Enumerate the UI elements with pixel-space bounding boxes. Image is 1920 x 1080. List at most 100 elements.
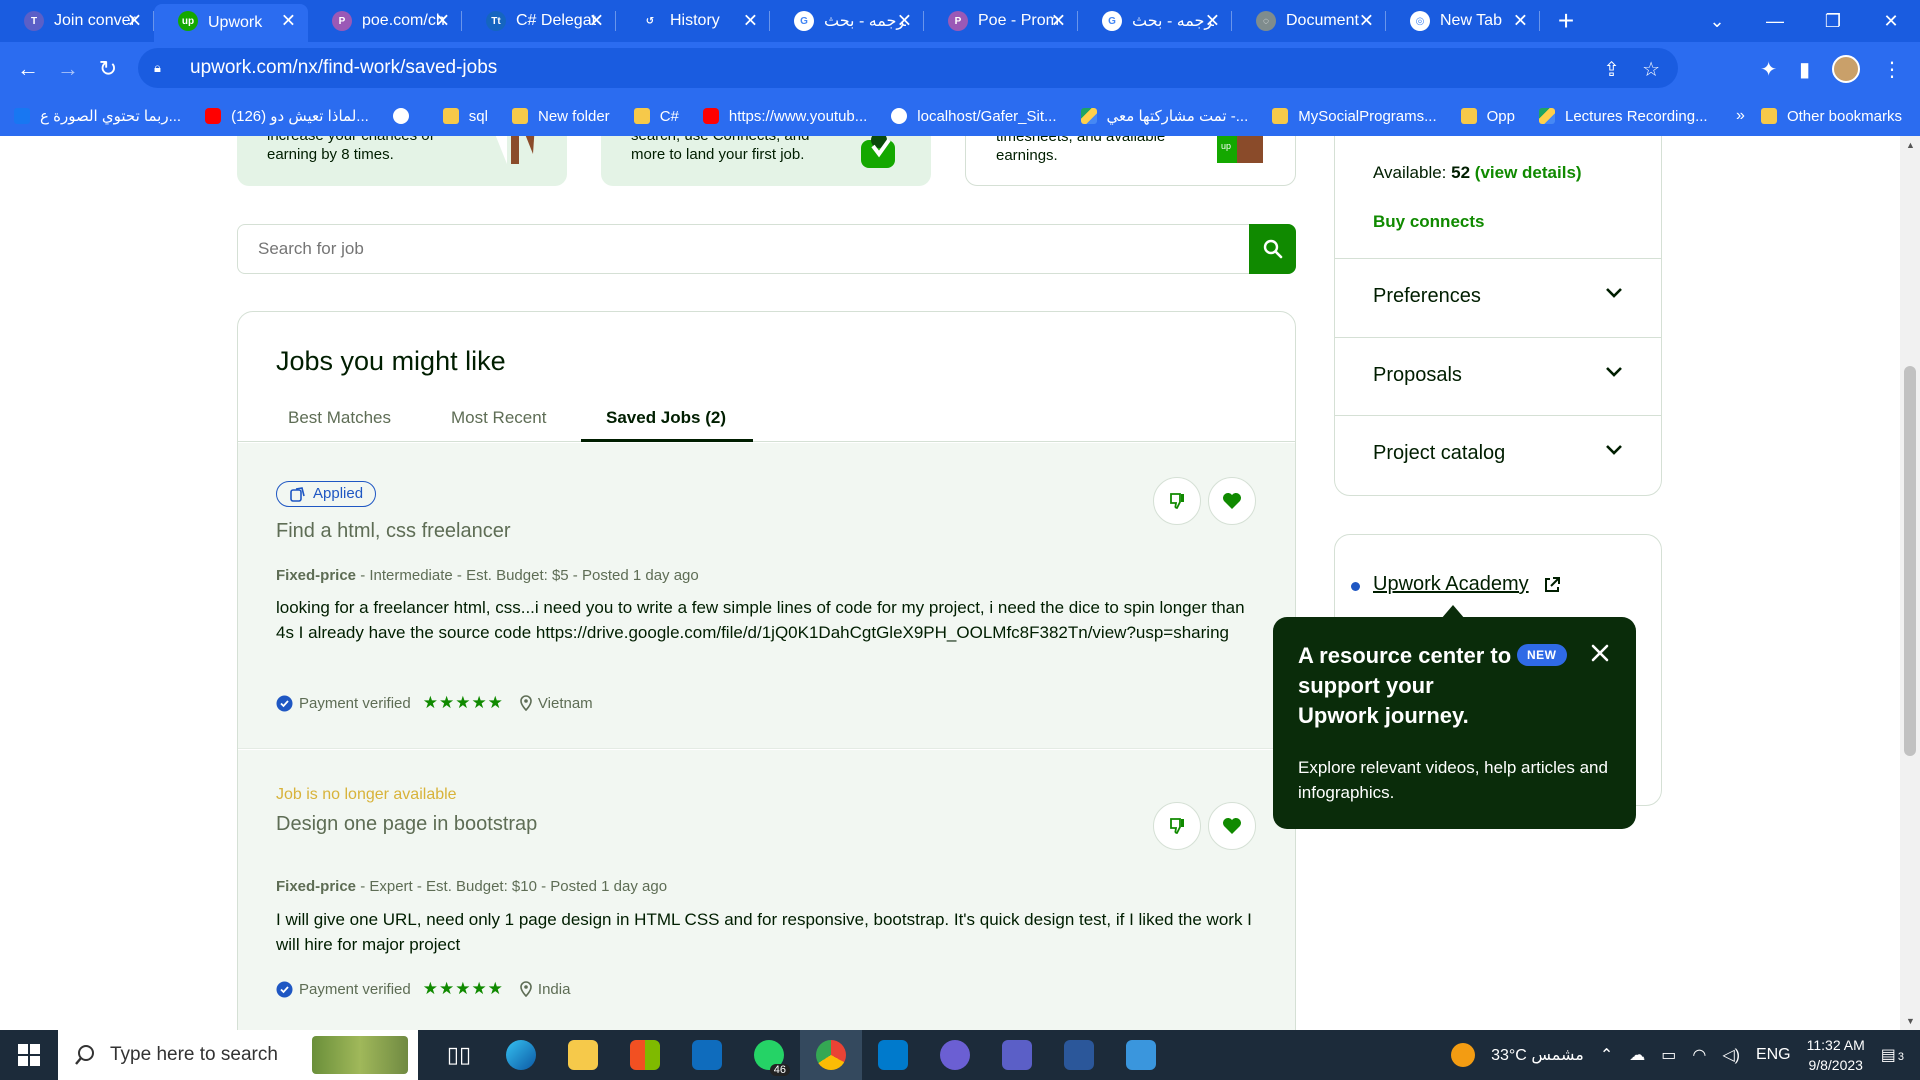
- battery-icon[interactable]: ▭: [1661, 1045, 1676, 1065]
- close-tab-icon[interactable]: ✕: [1205, 11, 1220, 32]
- save-job-button[interactable]: [1208, 477, 1256, 525]
- tab-best-matches[interactable]: Best Matches: [288, 408, 391, 428]
- close-tab-icon[interactable]: ✕: [1359, 11, 1374, 32]
- view-details-link[interactable]: (view details): [1475, 163, 1582, 182]
- vscode-icon[interactable]: [862, 1030, 924, 1080]
- browser-tab[interactable]: ◌ Document ✕: [1232, 0, 1386, 42]
- job-search-input[interactable]: [238, 239, 1218, 259]
- bookmark-item[interactable]: localhost/Gafer_Sit...: [891, 108, 1057, 125]
- share-icon[interactable]: ⇪: [1603, 57, 1620, 82]
- input-language[interactable]: ENG: [1756, 1046, 1791, 1064]
- upwork-academy-link[interactable]: Upwork Academy: [1351, 573, 1561, 596]
- microsoft-store-icon[interactable]: [614, 1030, 676, 1080]
- scroll-down-arrow[interactable]: ▼: [1906, 1016, 1915, 1026]
- job-tile[interactable]: Applied Find a html, css freelancer Fixe…: [238, 443, 1295, 749]
- weather-text[interactable]: 33°C مشمس: [1491, 1045, 1584, 1065]
- dislike-button[interactable]: [1153, 477, 1201, 525]
- forward-button[interactable]: →: [48, 56, 88, 82]
- bookmark-item[interactable]: (126) لماذا تعيش دو...: [205, 107, 369, 125]
- close-window-button[interactable]: ✕: [1862, 11, 1920, 32]
- visual-studio-installer-icon[interactable]: [924, 1030, 986, 1080]
- browser-menu-icon[interactable]: ⋮: [1882, 57, 1902, 82]
- other-bookmarks[interactable]: Other bookmarks: [1760, 108, 1902, 125]
- bookmark-item[interactable]: ربما تحتوي الصورة ع...: [14, 107, 181, 125]
- bookmark-item[interactable]: https://www.youtub...: [702, 108, 867, 125]
- tab-search-icon[interactable]: ⌄: [1688, 11, 1746, 32]
- browser-tab[interactable]: ↺ History ✕: [616, 0, 770, 42]
- bookmark-item[interactable]: تمت مشاركتها معي -...: [1080, 107, 1248, 125]
- tab-saved-jobs[interactable]: Saved Jobs (2): [606, 408, 726, 428]
- close-tab-icon[interactable]: ✕: [743, 11, 758, 32]
- weather-icon[interactable]: [1451, 1043, 1476, 1067]
- volume-icon[interactable]: ◁): [1722, 1045, 1740, 1065]
- extensions-icon[interactable]: ✦: [1760, 57, 1777, 82]
- close-tab-icon[interactable]: ✕: [1051, 11, 1066, 32]
- back-button[interactable]: ←: [8, 56, 48, 82]
- bookmark-item[interactable]: Lectures Recording...: [1539, 108, 1708, 125]
- promo-card[interactable]: search, use Connects, and more to land y…: [601, 136, 931, 186]
- side-panel-icon[interactable]: ▮: [1799, 57, 1810, 82]
- close-tab-icon[interactable]: ✕: [127, 11, 142, 32]
- taskbar-search[interactable]: Type here to search: [58, 1030, 418, 1080]
- buy-connects-link[interactable]: Buy connects: [1373, 212, 1484, 232]
- chrome-icon[interactable]: [800, 1030, 862, 1080]
- promo-card[interactable]: increase your chances of earning by 8 ti…: [237, 136, 567, 186]
- bookmarks-overflow-button[interactable]: »: [1736, 107, 1745, 125]
- bookmark-item[interactable]: MySocialPrograms...: [1272, 108, 1437, 125]
- browser-tab[interactable]: P Poe - Prom ✕: [924, 0, 1078, 42]
- clock[interactable]: 11:32 AM 9/8/2023: [1807, 1035, 1865, 1075]
- bookmark-item[interactable]: [392, 108, 419, 124]
- minimize-button[interactable]: —: [1746, 11, 1804, 32]
- notifications-icon[interactable]: ▤ 3: [1881, 1045, 1904, 1065]
- page-scrollbar[interactable]: ▲ ▼: [1900, 136, 1920, 1030]
- browser-tab[interactable]: G ترجمه - بحث ✕: [1078, 0, 1232, 42]
- browser-tab[interactable]: ◎ New Tab ✕: [1386, 0, 1540, 42]
- bookmark-item[interactable]: sql: [442, 108, 488, 125]
- word-icon[interactable]: [1048, 1030, 1110, 1080]
- profile-avatar[interactable]: [1832, 55, 1860, 83]
- job-title[interactable]: Design one page in bootstrap: [276, 813, 537, 836]
- scroll-up-arrow[interactable]: ▲: [1906, 140, 1915, 150]
- section-project-catalog[interactable]: Project catalog: [1335, 415, 1661, 493]
- browser-tab[interactable]: G ترجمه - بحث ✕: [770, 0, 924, 42]
- new-tab-button[interactable]: +: [1546, 0, 1586, 42]
- close-tab-icon[interactable]: ✕: [1513, 11, 1528, 32]
- job-title[interactable]: Find a html, css freelancer: [276, 520, 511, 543]
- section-proposals[interactable]: Proposals: [1335, 337, 1661, 415]
- bookmark-item[interactable]: C#: [633, 108, 679, 125]
- address-bar[interactable]: 🔒︎ upwork.com/nx/find-work/saved-jobs ⇪ …: [138, 48, 1678, 88]
- restore-button[interactable]: ❐: [1804, 11, 1862, 32]
- file-explorer-icon[interactable]: [552, 1030, 614, 1080]
- section-preferences[interactable]: Preferences: [1335, 258, 1661, 336]
- whatsapp-icon[interactable]: 46: [738, 1030, 800, 1080]
- tab-most-recent[interactable]: Most Recent: [451, 408, 546, 428]
- job-tile[interactable]: Job is no longer available Design one pa…: [238, 750, 1295, 1030]
- task-view-icon[interactable]: ▯▯: [428, 1030, 490, 1080]
- browser-tab[interactable]: T Join conver ✕: [0, 0, 154, 42]
- close-icon[interactable]: [1588, 641, 1612, 665]
- bookmark-item[interactable]: Opp: [1460, 108, 1515, 125]
- mail-icon[interactable]: [676, 1030, 738, 1080]
- start-button[interactable]: [0, 1030, 58, 1080]
- bookmark-item[interactable]: New folder: [511, 108, 610, 125]
- browser-tab[interactable]: Ppoe.com/ch ✕: [308, 0, 462, 42]
- save-job-button[interactable]: [1208, 802, 1256, 850]
- wifi-icon[interactable]: ◠: [1692, 1045, 1706, 1065]
- close-tab-icon[interactable]: ✕: [589, 11, 604, 32]
- dislike-button[interactable]: [1153, 802, 1201, 850]
- browser-tab[interactable]: up Upwork ✕: [154, 4, 308, 42]
- close-tab-icon[interactable]: ✕: [435, 11, 450, 32]
- close-tab-icon[interactable]: ✕: [897, 11, 912, 32]
- onedrive-icon[interactable]: ☁: [1629, 1045, 1645, 1065]
- tray-overflow-icon[interactable]: ⌃: [1600, 1045, 1613, 1065]
- teams-icon[interactable]: [986, 1030, 1048, 1080]
- bookmark-star-icon[interactable]: ☆: [1642, 57, 1660, 82]
- close-tab-icon[interactable]: ✕: [281, 11, 296, 32]
- scrollbar-thumb[interactable]: [1904, 366, 1916, 756]
- reload-button[interactable]: ↻: [88, 56, 128, 82]
- edge-icon[interactable]: [490, 1030, 552, 1080]
- browser-tab[interactable]: Tt C# Delegat ✕: [462, 0, 616, 42]
- promo-card[interactable]: timesheets, and available earnings. up: [965, 136, 1296, 186]
- search-button[interactable]: [1249, 224, 1296, 274]
- photos-icon[interactable]: [1110, 1030, 1172, 1080]
